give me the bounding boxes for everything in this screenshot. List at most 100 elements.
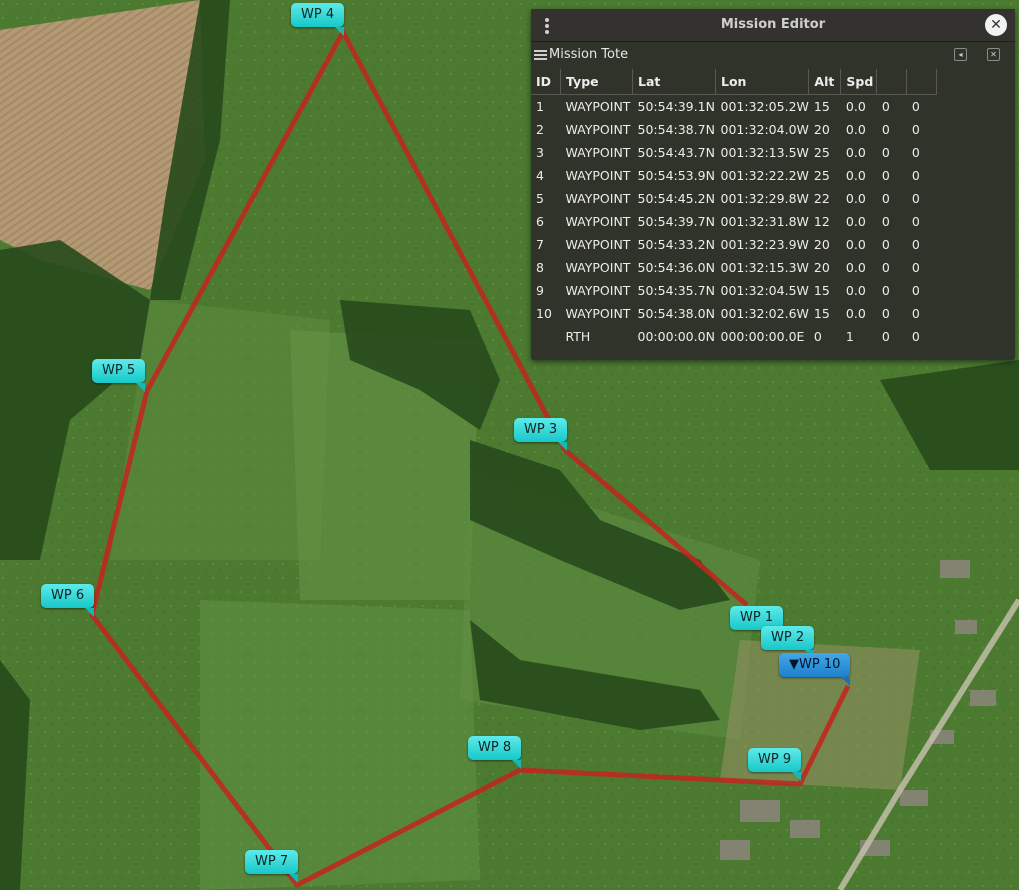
cell-alt[interactable]: 15 — [809, 302, 841, 325]
column-header-lat[interactable]: Lat — [632, 69, 716, 95]
cell-type[interactable]: WAYPOINT — [561, 279, 633, 302]
cell-spd[interactable]: 0.0 — [841, 164, 877, 187]
table-row[interactable]: 10 WAYPOINT 50:54:38.0N 001:32:02.6W 15 0.0 0 0 — [531, 302, 937, 325]
cell-type[interactable]: WAYPOINT — [561, 187, 633, 210]
cell-alt[interactable]: 25 — [809, 164, 841, 187]
table-row[interactable]: 6 WAYPOINT 50:54:39.7N 001:32:31.8W 12 0.0 0 0 — [531, 210, 937, 233]
cell-param2[interactable]: 0 — [907, 164, 937, 187]
cell-lon[interactable]: 001:32:29.8W — [716, 187, 809, 210]
waypoint-marker-6[interactable]: WP 6 — [41, 584, 95, 617]
cell-id[interactable]: 8 — [531, 256, 561, 279]
cell-lon[interactable]: 001:32:15.3W — [716, 256, 809, 279]
cell-lat[interactable]: 50:54:38.0N — [633, 302, 716, 325]
cell-lon[interactable]: 001:32:13.5W — [716, 141, 809, 164]
cell-lon[interactable]: 001:32:05.2W — [716, 95, 809, 119]
cell-id[interactable]: 2 — [531, 118, 561, 141]
cell-spd[interactable]: 0.0 — [841, 210, 877, 233]
cell-id[interactable]: 7 — [531, 233, 561, 256]
cell-lat[interactable]: 50:54:43.7N — [633, 141, 716, 164]
cell-lat[interactable]: 50:54:35.7N — [633, 279, 716, 302]
cell-spd[interactable]: 0.0 — [841, 118, 877, 141]
cell-lon[interactable]: 001:32:31.8W — [716, 210, 809, 233]
column-header-type[interactable]: Type — [560, 69, 633, 95]
cell-lat[interactable]: 50:54:39.7N — [633, 210, 716, 233]
hamburger-icon[interactable] — [534, 50, 547, 61]
cell-param1[interactable]: 0 — [877, 118, 907, 141]
column-header-param2[interactable] — [906, 69, 938, 95]
cell-id[interactable]: 3 — [531, 141, 561, 164]
cell-spd[interactable]: 1 — [841, 325, 877, 348]
cell-lat[interactable]: 50:54:45.2N — [633, 187, 716, 210]
table-row[interactable]: 2 WAYPOINT 50:54:38.7N 001:32:04.0W 20 0.0 0 0 — [531, 118, 937, 141]
waypoint-marker-7[interactable]: WP 7 — [245, 850, 299, 883]
cell-param1[interactable]: 0 — [877, 302, 907, 325]
cell-id[interactable]: 10 — [531, 302, 561, 325]
cell-lon[interactable]: 000:00:00.0E — [716, 325, 809, 348]
cell-alt[interactable]: 15 — [809, 279, 841, 302]
cell-type[interactable]: WAYPOINT — [561, 118, 633, 141]
table-row[interactable]: 4 WAYPOINT 50:54:53.9N 001:32:22.2W 25 0.0 0 0 — [531, 164, 937, 187]
cell-spd[interactable]: 0.0 — [841, 302, 877, 325]
cell-param1[interactable]: 0 — [877, 233, 907, 256]
cell-lon[interactable]: 001:32:04.5W — [716, 279, 809, 302]
cell-param2[interactable]: 0 — [907, 95, 937, 119]
cell-param2[interactable]: 0 — [907, 256, 937, 279]
cell-param2[interactable]: 0 — [907, 279, 937, 302]
cell-id[interactable]: 6 — [531, 210, 561, 233]
cell-type[interactable]: RTH — [561, 325, 633, 348]
waypoint-marker-10[interactable]: ▼WP 10 — [779, 653, 851, 686]
cell-alt[interactable]: 0 — [809, 325, 841, 348]
table-row[interactable]: 5 WAYPOINT 50:54:45.2N 001:32:29.8W 22 0.0 0 0 — [531, 187, 937, 210]
cell-alt[interactable]: 25 — [809, 141, 841, 164]
cell-lon[interactable]: 001:32:02.6W — [716, 302, 809, 325]
cell-param1[interactable]: 0 — [877, 141, 907, 164]
cell-type[interactable]: WAYPOINT — [561, 302, 633, 325]
table-row[interactable]: 3 WAYPOINT 50:54:43.7N 001:32:13.5W 25 0.0 0 0 — [531, 141, 937, 164]
cell-param1[interactable]: 0 — [877, 187, 907, 210]
cell-lat[interactable]: 50:54:53.9N — [633, 164, 716, 187]
cell-spd[interactable]: 0.0 — [841, 187, 877, 210]
cell-param1[interactable]: 0 — [877, 325, 907, 348]
cell-type[interactable]: WAYPOINT — [561, 95, 633, 119]
cell-type[interactable]: WAYPOINT — [561, 141, 633, 164]
column-header-id[interactable]: ID — [531, 69, 561, 95]
cell-spd[interactable]: 0.0 — [841, 256, 877, 279]
cell-param1[interactable]: 0 — [877, 256, 907, 279]
cell-alt[interactable]: 20 — [809, 233, 841, 256]
cell-spd[interactable]: 0.0 — [841, 141, 877, 164]
cell-spd[interactable]: 0.0 — [841, 279, 877, 302]
table-row[interactable]: RTH 00:00:00.0N 000:00:00.0E 0 1 0 0 — [531, 325, 937, 348]
cell-param2[interactable]: 0 — [907, 118, 937, 141]
cell-param2[interactable]: 0 — [907, 302, 937, 325]
cell-param2[interactable]: 0 — [907, 325, 937, 348]
column-header-param1[interactable] — [876, 69, 908, 95]
cell-type[interactable]: WAYPOINT — [561, 210, 633, 233]
cell-lat[interactable]: 50:54:36.0N — [633, 256, 716, 279]
cell-type[interactable]: WAYPOINT — [561, 164, 633, 187]
cell-id[interactable]: 5 — [531, 187, 561, 210]
cell-alt[interactable]: 20 — [809, 256, 841, 279]
table-row[interactable]: 9 WAYPOINT 50:54:35.7N 001:32:04.5W 15 0.0 0 0 — [531, 279, 937, 302]
cell-alt[interactable]: 22 — [809, 187, 841, 210]
table-row[interactable]: 7 WAYPOINT 50:54:33.2N 001:32:23.9W 20 0.0 0 0 — [531, 233, 937, 256]
waypoint-marker-3[interactable]: WP 3 — [514, 418, 568, 451]
column-header-lon[interactable]: Lon — [715, 69, 810, 95]
undock-icon[interactable]: ◂ — [954, 48, 967, 61]
cell-lat[interactable]: 50:54:33.2N — [633, 233, 716, 256]
cell-id[interactable]: 1 — [531, 95, 561, 119]
cell-spd[interactable]: 0.0 — [841, 95, 877, 119]
cell-spd[interactable]: 0.0 — [841, 233, 877, 256]
cell-param1[interactable]: 0 — [877, 279, 907, 302]
cell-alt[interactable]: 15 — [809, 95, 841, 119]
close-icon[interactable]: ✕ — [985, 14, 1007, 36]
column-header-spd[interactable]: Spd — [840, 69, 878, 95]
cell-param2[interactable]: 0 — [907, 233, 937, 256]
cell-alt[interactable]: 20 — [809, 118, 841, 141]
table-row[interactable]: 8 WAYPOINT 50:54:36.0N 001:32:15.3W 20 0.0 0 0 — [531, 256, 937, 279]
waypoint-marker-4[interactable]: WP 4 — [291, 3, 345, 36]
cell-param2[interactable]: 0 — [907, 187, 937, 210]
cell-id[interactable]: 4 — [531, 164, 561, 187]
column-header-alt[interactable]: Alt — [808, 69, 842, 95]
cell-param1[interactable]: 0 — [877, 164, 907, 187]
table-row[interactable]: 1 WAYPOINT 50:54:39.1N 001:32:05.2W 15 0.0 0 0 — [531, 95, 937, 119]
